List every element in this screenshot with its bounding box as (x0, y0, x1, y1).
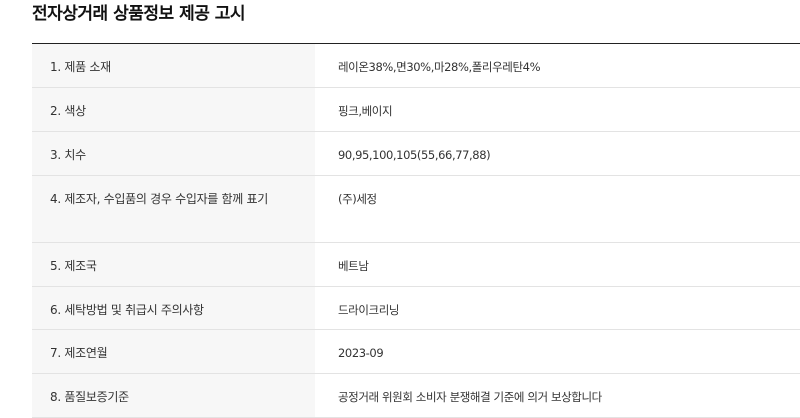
row-value: (주)세정 (338, 192, 377, 206)
table-row: 3. 치수 90,95,100,105(55,66,77,88) (32, 132, 800, 176)
table-row: 8. 품질보증기준 공정거래 위원회 소비자 분쟁해결 기준에 의거 보상합니다 (32, 374, 800, 418)
table-row: 6. 세탁방법 및 취급시 주의사항 드라이크리닝 (32, 287, 800, 330)
row-label: 8. 품질보증기준 (32, 374, 315, 417)
product-info-table: 1. 제품 소재 레이온38%,면30%,마28%,폴리우레탄4% 2. 색상 … (32, 43, 800, 418)
row-label: 6. 세탁방법 및 취급시 주의사항 (32, 287, 315, 329)
row-value: 공정거래 위원회 소비자 분쟁해결 기준에 의거 보상합니다 (338, 390, 602, 404)
row-value: 베트남 (338, 259, 369, 273)
product-info-notice: 전자상거래 상품정보 제공 고시 1. 제품 소재 레이온38%,면30%,마2… (0, 0, 800, 418)
table-row: 5. 제조국 베트남 (32, 243, 800, 287)
row-value: 2023-09 (338, 346, 384, 360)
row-label: 5. 제조국 (32, 243, 315, 286)
row-value: 레이온38%,면30%,마28%,폴리우레탄4% (338, 60, 541, 74)
row-label: 2. 색상 (32, 88, 315, 131)
row-value: 90,95,100,105(55,66,77,88) (338, 148, 491, 162)
row-label: 4. 제조자, 수입품의 경우 수입자를 함께 표기 (32, 176, 315, 242)
page-title: 전자상거래 상품정보 제공 고시 (32, 4, 246, 24)
table-row: 4. 제조자, 수입품의 경우 수입자를 함께 표기 (주)세정 (32, 176, 800, 243)
row-value: 핑크,베이지 (338, 104, 393, 118)
table-row: 7. 제조연월 2023-09 (32, 330, 800, 374)
row-label: 3. 치수 (32, 132, 315, 175)
table-row: 1. 제품 소재 레이온38%,면30%,마28%,폴리우레탄4% (32, 44, 800, 88)
row-label: 1. 제품 소재 (32, 44, 315, 87)
row-label: 7. 제조연월 (32, 330, 315, 373)
table-row: 2. 색상 핑크,베이지 (32, 88, 800, 132)
row-value: 드라이크리닝 (338, 303, 400, 317)
